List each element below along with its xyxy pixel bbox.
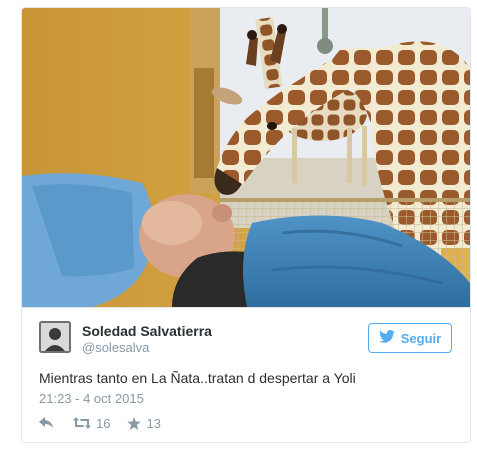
retweet-button[interactable]: 16 [73, 416, 110, 431]
reply-button[interactable] [39, 417, 54, 429]
star-icon [127, 416, 142, 430]
avatar[interactable] [39, 321, 71, 353]
tweet-photo[interactable] [22, 8, 470, 307]
author-handle[interactable]: @solesalva [82, 340, 149, 355]
reply-arrow-icon [39, 417, 54, 429]
author-name[interactable]: Soledad Salvatierra [82, 323, 212, 339]
timestamp[interactable]: 21:23 - 4 oct 2015 [39, 391, 144, 406]
retweet-count: 16 [96, 415, 111, 431]
follow-button[interactable]: Seguir [368, 323, 452, 353]
twitter-bird-icon [378, 330, 395, 346]
follow-label: Seguir [400, 330, 442, 346]
like-count: 13 [146, 415, 161, 431]
retweet-icon [73, 417, 91, 429]
tweet-text: Mientras tanto en La Ñata..tratan d desp… [39, 370, 356, 386]
divider [22, 307, 470, 308]
tweet-card: Soledad Salvatierra @solesalva Seguir Mi… [21, 7, 471, 443]
like-button[interactable]: 13 [127, 415, 161, 431]
tweet-actions: 16 13 [39, 414, 161, 432]
